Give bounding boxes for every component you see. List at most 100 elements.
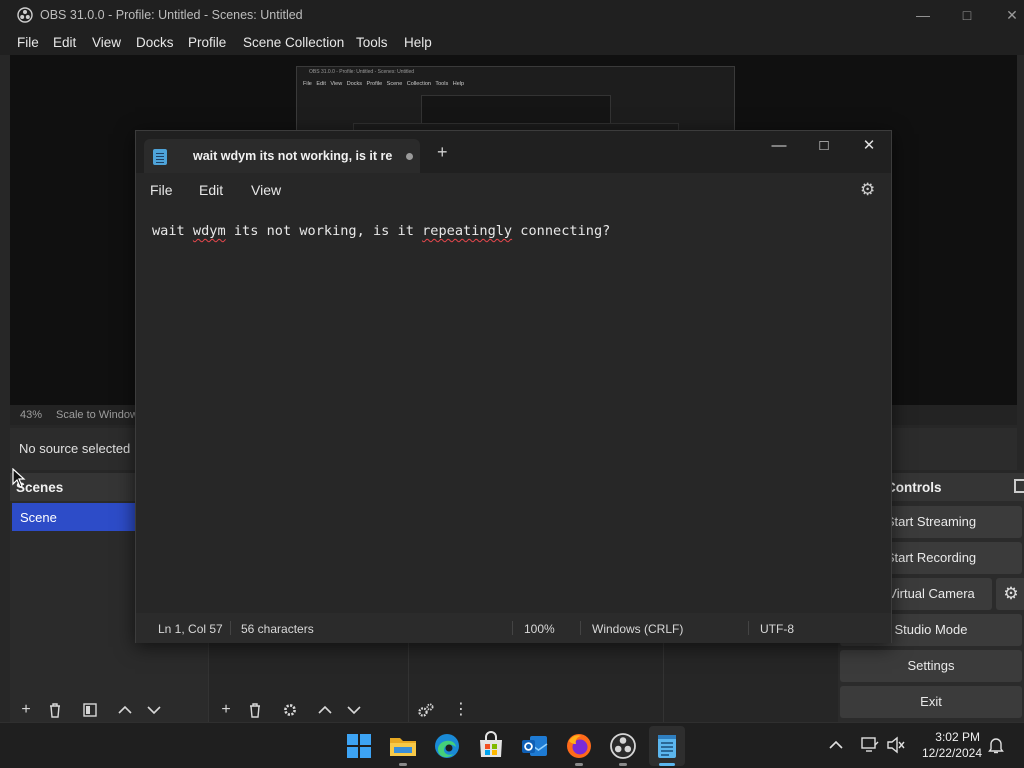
- mixer-advanced-button[interactable]: [414, 698, 438, 722]
- obs-window-title: OBS 31.0.0 - Profile: Untitled - Scenes:…: [40, 8, 303, 22]
- notepad-settings-gear-icon[interactable]: ⚙: [860, 180, 875, 200]
- add-source-button[interactable]: +: [214, 698, 238, 722]
- notepad-text-content[interactable]: wait wdym its not working, is it repeati…: [152, 223, 610, 239]
- notepad-menu-edit[interactable]: Edit: [199, 182, 223, 198]
- add-scene-button[interactable]: +: [14, 698, 38, 722]
- text-segment: its not working, is it: [225, 223, 423, 239]
- transitions-dock: [663, 640, 838, 722]
- misspelled-word[interactable]: wdym: [193, 223, 226, 239]
- obs-maximize-button[interactable]: □: [944, 0, 990, 31]
- scene-move-up-button[interactable]: [113, 698, 137, 722]
- obs-menu-docks[interactable]: Docks: [136, 35, 174, 50]
- chevron-up-icon: [118, 705, 132, 714]
- notepad-icon[interactable]: [652, 731, 682, 761]
- trash-icon: [250, 703, 260, 718]
- status-divider: [748, 621, 749, 635]
- gear-icon: [284, 704, 296, 716]
- audio-mixer-dock: [408, 640, 663, 722]
- obs-menu-view[interactable]: View: [92, 35, 121, 50]
- no-source-label: No source selected: [19, 441, 131, 456]
- obs-titlebar: OBS 31.0.0 - Profile: Untitled - Scenes:…: [0, 0, 1024, 31]
- notepad-maximize-button[interactable]: □: [801, 131, 847, 163]
- running-indicator: [575, 763, 583, 766]
- new-tab-plus-icon[interactable]: +: [437, 143, 448, 161]
- clock-date[interactable]: 12/22/2024: [912, 746, 982, 760]
- mixer-menu-button[interactable]: ⋮: [449, 698, 473, 722]
- remove-source-button[interactable]: [243, 698, 267, 722]
- obs-menu-edit[interactable]: Edit: [53, 35, 76, 50]
- obs-icon[interactable]: [608, 731, 638, 761]
- obs-close-button[interactable]: ✕: [989, 0, 1024, 31]
- preview-zoom-level[interactable]: 43%: [20, 409, 42, 421]
- notepad-menu-file[interactable]: File: [150, 182, 173, 198]
- source-move-up-button[interactable]: [313, 698, 337, 722]
- obs-menu-help[interactable]: Help: [404, 35, 432, 50]
- scene-item-label: Scene: [20, 510, 57, 525]
- scene-move-down-button[interactable]: [142, 698, 166, 722]
- notification-bell-icon[interactable]: [988, 736, 1004, 754]
- obs-preview-mirror: OBS 31.0.0 - Profile: Untitled - Scenes:…: [296, 66, 735, 141]
- windows-taskbar: 3:02 PM 12/22/2024: [0, 722, 1024, 768]
- text-segment: connecting?: [512, 223, 611, 239]
- status-divider: [512, 621, 513, 635]
- line-ending: Windows (CRLF): [592, 622, 684, 636]
- obs-menu-tools[interactable]: Tools: [356, 35, 388, 50]
- notepad-menu-view[interactable]: View: [251, 182, 281, 198]
- notepad-close-button[interactable]: ✕: [846, 131, 892, 163]
- mirror-title: OBS 31.0.0 - Profile: Untitled - Scenes:…: [309, 69, 415, 75]
- obs-menubar: File Edit View Docks Profile Scene Colle…: [0, 31, 1024, 55]
- chevron-down-icon: [147, 706, 161, 715]
- cursor-position: Ln 1, Col 57: [158, 622, 223, 636]
- volume-muted-icon[interactable]: [886, 736, 906, 754]
- remove-scene-button[interactable]: [43, 698, 67, 722]
- start-icon[interactable]: [344, 731, 374, 761]
- firefox-icon[interactable]: [564, 731, 594, 761]
- text-segment: wait: [152, 223, 193, 239]
- obs-menu-file[interactable]: File: [17, 35, 39, 50]
- status-divider: [580, 621, 581, 635]
- obs-minimize-button[interactable]: —: [900, 0, 946, 31]
- zoom-level: 100%: [524, 622, 555, 636]
- sources-dock: [208, 640, 408, 722]
- filter-icon: [83, 703, 97, 717]
- gears-icon: [418, 703, 434, 717]
- controls-dock-title: Controls: [886, 480, 942, 495]
- notepad-icon: [153, 149, 167, 165]
- notepad-statusbar: Ln 1, Col 57 56 characters 100% Windows …: [136, 613, 891, 643]
- source-properties-button[interactable]: [278, 698, 302, 722]
- unsaved-dot-icon[interactable]: [406, 153, 413, 160]
- active-indicator: [659, 763, 675, 766]
- virtual-camera-settings-gear-icon[interactable]: ⚙: [996, 578, 1024, 610]
- mouse-pointer-icon: [12, 468, 26, 488]
- clock-time[interactable]: 3:02 PM: [918, 730, 980, 744]
- encoding: UTF-8: [760, 622, 794, 636]
- preview-scale-mode[interactable]: Scale to Window: [56, 409, 138, 421]
- mirror-menu: File Edit View Docks Profile Scene Colle…: [303, 81, 465, 87]
- network-icon[interactable]: [860, 736, 880, 754]
- chevron-up-icon: [829, 740, 843, 749]
- store-icon[interactable]: [476, 731, 506, 761]
- obs-menu-profile[interactable]: Profile: [188, 35, 226, 50]
- edge-icon[interactable]: [432, 731, 462, 761]
- obs-menu-scene-collection[interactable]: Scene Collection: [243, 35, 344, 50]
- notepad-minimize-button[interactable]: —: [756, 131, 802, 163]
- trash-icon: [50, 703, 60, 718]
- running-indicator: [619, 763, 627, 766]
- misspelled-word[interactable]: repeatingly: [422, 223, 512, 239]
- status-divider: [230, 621, 231, 635]
- character-count: 56 characters: [241, 622, 314, 636]
- scene-filters-button[interactable]: [78, 698, 102, 722]
- obs-logo-icon: [17, 7, 33, 23]
- settings-button[interactable]: Settings: [840, 650, 1022, 682]
- chevron-up-icon: [318, 705, 332, 714]
- tray-chevron-up-icon[interactable]: [829, 737, 843, 753]
- chevron-down-icon: [347, 706, 361, 715]
- source-move-down-button[interactable]: [342, 698, 366, 722]
- file-explorer-icon[interactable]: [388, 731, 418, 761]
- notepad-tab[interactable]: wait wdym its not working, is it re: [144, 139, 420, 173]
- notepad-text-editor[interactable]: wait wdym its not working, is it repeati…: [136, 205, 891, 613]
- outlook-icon[interactable]: [520, 731, 550, 761]
- undock-icon[interactable]: [1014, 479, 1024, 493]
- notepad-menubar: File Edit View ⚙: [136, 173, 891, 205]
- exit-button[interactable]: Exit: [840, 686, 1022, 718]
